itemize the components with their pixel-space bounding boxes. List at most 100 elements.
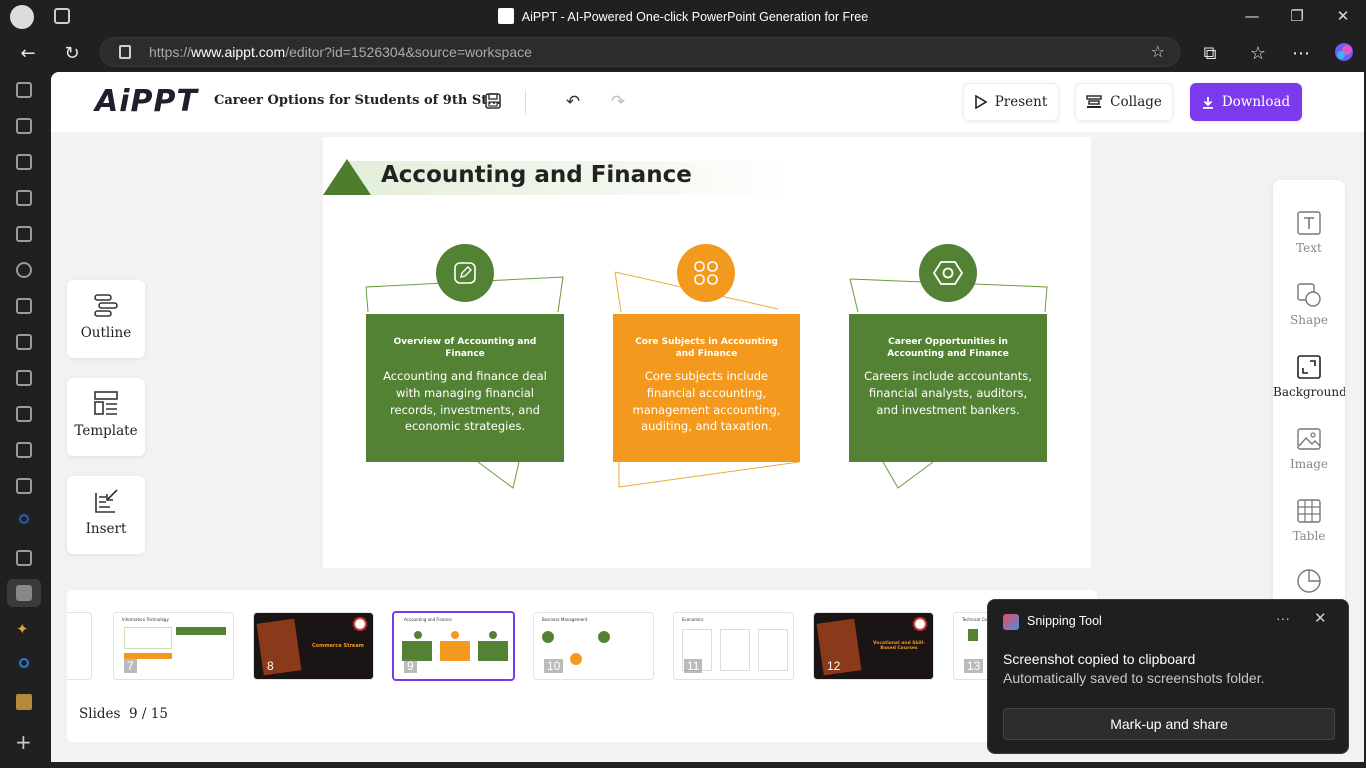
hexagon-circle-icon [919,244,977,302]
slide-thumbnail-selected[interactable]: Accounting and Finance 9 [392,611,515,681]
sidebar-app-icon[interactable] [16,226,32,242]
thumb-number: 11 [684,659,703,673]
thumb-number: 8 [267,659,274,673]
markup-and-share-button[interactable]: Mark-up and share [1003,708,1335,740]
sidebar-app-icon[interactable] [16,442,32,458]
sidebar-app-icon[interactable] [16,154,32,170]
sidebar-app-icon[interactable] [16,550,32,566]
sidebar-app-icon[interactable] [16,406,32,422]
image-tool-label: Image [1289,457,1329,471]
shape-icon [1296,282,1322,308]
search-icon[interactable] [19,658,29,668]
snipping-tool-icon [1003,614,1019,630]
url-path: /editor?id=1526304&source=workspace [285,44,532,60]
text-tool[interactable]: Text [1273,210,1345,255]
globe-icon[interactable] [16,262,32,278]
notification-app-name: Snipping Tool [1027,614,1102,628]
thumb-title: Vocational and Skill-Based Courses [873,641,925,651]
text-tool-label: Text [1296,241,1322,255]
shape-tool-label: Shape [1290,313,1328,327]
add-icon[interactable]: + [15,730,32,754]
chart-tool[interactable] [1273,568,1345,599]
thumb-number: 9 [404,659,417,673]
document-title[interactable]: Career Options for Students of 9th St... [214,93,501,108]
favorite-star-icon[interactable]: ☆ [1151,42,1165,61]
slide-thumbnail[interactable]: Commerce Stream 8 [253,612,374,680]
slide-counter: Slides 9 / 15 [79,706,168,722]
sidebar-toggle-icon[interactable] [16,82,32,98]
insert-button[interactable]: Insert [67,476,145,554]
thumb-title: Accounting and Finance [404,617,452,622]
play-icon [974,95,987,109]
sparkle-icon[interactable]: ✦ [16,620,29,638]
pie-chart-icon [1296,568,1322,594]
copilot-icon[interactable] [1331,41,1357,67]
template-button[interactable]: Template [67,378,145,456]
slide-thumbnail[interactable]: Information Technology 7 [113,612,234,680]
background-tool-label: Background [1273,385,1345,399]
download-icon [1202,96,1213,109]
notification-body: Automatically saved to screenshots folde… [1003,670,1265,686]
download-button[interactable]: Download [1190,83,1302,121]
template-icon [92,389,120,417]
back-button[interactable]: ← [15,41,41,67]
image-tool[interactable]: Image [1273,426,1345,471]
collage-button[interactable]: Collage [1075,83,1173,121]
undo-icon[interactable]: ↶ [563,92,583,112]
insert-label: Insert [85,521,127,537]
url-prefix: https:// [149,44,192,60]
slide-thumbnail[interactable]: Vocational and Skill-Based Courses 12 [813,612,934,680]
shape-tool[interactable]: Shape [1273,282,1345,327]
slide-card[interactable]: Overview of Accounting and Finance Accou… [366,314,564,462]
extensions-icon[interactable]: ⧉ [1197,41,1223,67]
right-tool-panel: Text Shape Background Image Table [1273,180,1345,610]
address-bar[interactable]: https://www.aippt.com/editor?id=1526304&… [100,37,1180,67]
minimize-button[interactable]: — [1237,5,1267,27]
slide-card[interactable]: Core Subjects in Accounting and Finance … [613,314,800,462]
refresh-button[interactable]: ↻ [59,41,85,67]
background-tool[interactable]: Background [1273,354,1345,399]
restore-button[interactable]: ❐ [1282,5,1312,27]
outline-icon [92,291,120,319]
notification-close-icon[interactable]: ✕ [1314,609,1327,627]
grid-circle-icon [677,244,735,302]
image-icon [1296,426,1322,452]
sidebar-app-icon[interactable] [16,118,32,134]
favorites-icon[interactable]: ☆ [1245,41,1271,67]
url-domain: www.aippt.com [191,44,286,60]
aippt-sidebar-tab[interactable] [7,579,41,607]
url-text[interactable]: https://www.aippt.com/editor?id=1526304&… [149,44,532,60]
card-body: Core subjects include financial accounti… [632,369,781,434]
slide-thumbnail[interactable]: Business Management 10 [533,612,654,680]
sidebar-app-icon[interactable] [16,190,32,206]
thumb-number: 12 [827,659,841,673]
slide-thumbnail[interactable] [67,612,92,680]
slide-card[interactable]: Career Opportunities in Accounting and F… [849,314,1047,462]
app-icon[interactable] [16,694,32,710]
collage-label: Collage [1110,94,1162,110]
search-icon[interactable] [19,514,29,524]
outline-button[interactable]: Outline [67,280,145,358]
sidebar-app-icon[interactable] [16,370,32,386]
redo-icon[interactable]: ↷ [608,92,628,112]
text-icon [1296,210,1322,236]
snipping-tool-notification[interactable]: Snipping Tool ··· ✕ Screenshot copied to… [987,599,1349,754]
background-icon [1296,354,1322,380]
sidebar-app-icon[interactable] [16,298,32,314]
notification-more-icon[interactable]: ··· [1276,610,1290,626]
template-label: Template [74,423,138,439]
sidebar-app-icon[interactable] [16,334,32,350]
present-button[interactable]: Present [963,83,1059,121]
thumb-title: Economics [682,617,704,622]
slide-canvas[interactable]: Accounting and Finance Overview of Accou… [323,137,1091,568]
slide-thumbnail[interactable]: Economics 11 [673,612,794,680]
thumb-number: 13 [964,659,984,673]
close-window-button[interactable]: ✕ [1328,5,1358,27]
save-icon[interactable] [483,92,503,112]
more-menu-icon[interactable]: ⋯ [1288,41,1314,67]
aippt-logo[interactable]: AiPPT [95,84,198,119]
thumb-number: 10 [544,659,564,673]
browser-nav-bar: ← ↻ https://www.aippt.com/editor?id=1526… [0,34,1366,72]
sidebar-app-icon[interactable] [16,478,32,494]
table-tool[interactable]: Table [1273,498,1345,543]
